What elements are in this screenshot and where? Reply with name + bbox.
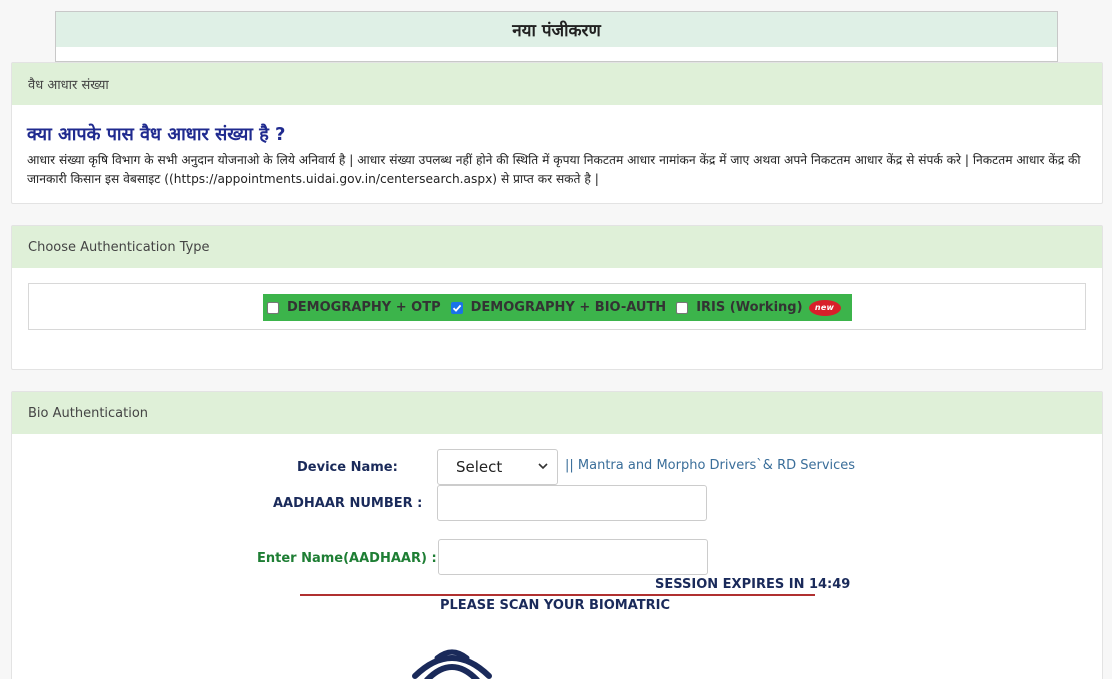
bio-auth-card: Bio Authentication Device Name: Select |… xyxy=(11,391,1103,679)
aadhaar-name-label: Enter Name(AADHAAR) : xyxy=(257,551,437,566)
new-badge-icon: new xyxy=(808,299,841,316)
device-select[interactable]: Select xyxy=(437,449,558,485)
aadhaar-info-card: वैध आधार संख्या क्या आपके पास वैध आधार स… xyxy=(11,62,1103,204)
page-title-box: नया पंजीकरण xyxy=(55,11,1058,62)
device-select-value: Select xyxy=(456,458,503,476)
divider xyxy=(300,594,815,596)
drivers-link[interactable]: || Mantra and Morpho Drivers`& RD Servic… xyxy=(565,458,855,473)
checkbox-demography-otp[interactable] xyxy=(267,301,279,314)
aadhaar-number-input[interactable] xyxy=(437,485,707,521)
option-iris[interactable]: IRIS (Working) xyxy=(696,300,802,315)
aadhaar-name-input[interactable] xyxy=(438,539,708,575)
auth-type-header: Choose Authentication Type xyxy=(12,226,1102,268)
aadhaar-question: क्या आपके पास वैध आधार संख्या है ? xyxy=(27,124,286,145)
fingerprint-icon[interactable] xyxy=(397,640,507,679)
session-timer: SESSION EXPIRES IN 14:49 xyxy=(655,577,851,592)
auth-options-bar: DEMOGRAPHY + OTP DEMOGRAPHY + BIO-AUTH I… xyxy=(263,294,852,321)
chevron-down-icon xyxy=(538,463,548,470)
aadhaar-info-text: आधार संख्या कृषि विभाग के सभी अनुदान योज… xyxy=(27,153,1081,186)
check-icon xyxy=(452,304,461,312)
auth-type-card: Choose Authentication Type DEMOGRAPHY + … xyxy=(11,225,1103,370)
bio-auth-header: Bio Authentication xyxy=(12,392,1102,434)
checkbox-iris[interactable] xyxy=(676,301,689,314)
option-demography-otp[interactable]: DEMOGRAPHY + OTP xyxy=(287,300,441,315)
auth-type-box: DEMOGRAPHY + OTP DEMOGRAPHY + BIO-AUTH I… xyxy=(28,283,1086,330)
page-title: नया पंजीकरण xyxy=(56,12,1057,47)
option-demography-bio-auth[interactable]: DEMOGRAPHY + BIO-AUTH xyxy=(471,300,667,315)
aadhaar-number-label: AADHAAR NUMBER : xyxy=(273,496,423,511)
scan-instruction: PLEASE SCAN YOUR BIOMATRIC xyxy=(440,598,671,613)
checkbox-demography-bio-auth[interactable] xyxy=(450,301,463,314)
device-name-label: Device Name: xyxy=(297,460,398,475)
aadhaar-card-header: वैध आधार संख्या xyxy=(12,63,1102,105)
